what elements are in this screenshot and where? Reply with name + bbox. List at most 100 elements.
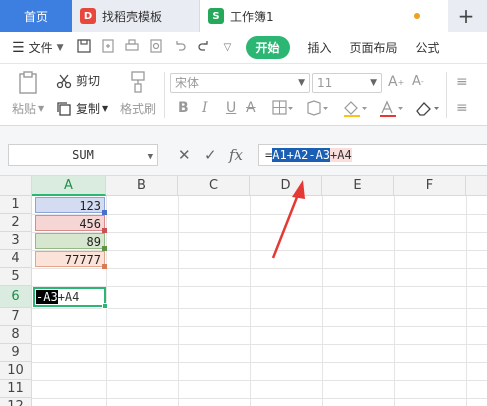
row-header-1[interactable]: 1 xyxy=(0,196,32,214)
row-header-6[interactable]: 6 xyxy=(0,286,32,308)
cell-a6-editor[interactable]: -A3+A4 xyxy=(33,287,108,309)
cell-a3[interactable]: 89 xyxy=(35,233,107,251)
cell-a1[interactable]: 123 xyxy=(35,197,107,215)
tab-page-layout[interactable]: 页面布局 xyxy=(350,39,398,56)
chevron-down-icon: ▼ xyxy=(147,152,153,162)
grid-line xyxy=(32,398,487,399)
formula-bar: SUM ▼ ✕ ✓ fx =A1+A2-A3+A4 xyxy=(0,126,487,176)
row-header-10[interactable]: 10 xyxy=(0,362,32,380)
cancel-formula-icon[interactable]: ✕ xyxy=(178,146,191,164)
font-size-value: 11 xyxy=(317,76,333,90)
column-header-a[interactable]: A xyxy=(32,176,106,196)
grid-line xyxy=(322,196,323,406)
paste-button[interactable] xyxy=(16,70,42,96)
cell-a3-value: 89 xyxy=(86,235,101,249)
grid-line xyxy=(250,196,251,406)
grid-line xyxy=(32,308,487,309)
align-left-icon[interactable]: ≡ xyxy=(456,100,468,116)
spreadsheet-grid[interactable]: A B C D E F 1 2 3 4 5 6 7 8 9 10 11 12 1… xyxy=(0,176,487,406)
formula-selected-text: A1+A2-A3 xyxy=(272,148,331,162)
row-header-11[interactable]: 11 xyxy=(0,380,32,398)
grid-line xyxy=(32,344,487,345)
tab-start[interactable]: 开始 xyxy=(245,36,290,59)
cell-a4-value: 77777 xyxy=(64,253,101,267)
range-handle[interactable] xyxy=(102,264,107,269)
strikethrough-button[interactable]: A xyxy=(246,100,256,116)
grid-line xyxy=(466,196,467,406)
brush-icon xyxy=(131,71,145,93)
tab-insert[interactable]: 插入 xyxy=(308,39,332,56)
customize-toolbar-icon[interactable]: ▽ xyxy=(216,42,240,53)
paste-label: 粘贴 xyxy=(12,102,37,116)
increase-font-button[interactable]: A + xyxy=(388,74,404,90)
file-menu[interactable]: ☰ 文件 ▼ xyxy=(12,39,64,56)
redo-icon[interactable] xyxy=(192,39,216,57)
ribbon-separator xyxy=(164,72,165,118)
export-icon[interactable] xyxy=(96,38,120,57)
column-header-b[interactable]: B xyxy=(106,176,178,196)
clear-format-button[interactable] xyxy=(414,100,440,122)
font-color-button[interactable] xyxy=(378,100,404,122)
tab-home[interactable]: 首页 xyxy=(0,0,72,32)
merge-cells-icon xyxy=(307,100,328,116)
merge-button[interactable] xyxy=(306,100,330,120)
bold-button[interactable]: B xyxy=(178,100,189,116)
copy-button[interactable]: 复制 ▼ xyxy=(56,100,108,117)
cell-a2[interactable]: 456 xyxy=(35,215,107,233)
tab-templates[interactable]: D 找稻壳模板 xyxy=(72,0,200,32)
tab-formula[interactable]: 公式 xyxy=(416,39,440,56)
formula-rest-text: +A4 xyxy=(330,148,352,162)
cut-label: 剪切 xyxy=(76,74,101,88)
chevron-down-icon: ▼ xyxy=(102,104,109,113)
cut-button[interactable]: 剪切 xyxy=(56,72,100,89)
column-header-e[interactable]: E xyxy=(322,176,394,196)
italic-button[interactable]: I xyxy=(202,100,208,116)
font-color-icon xyxy=(380,100,403,117)
row-header-3[interactable]: 3 xyxy=(0,232,32,250)
cell-a4[interactable]: 77777 xyxy=(35,251,107,269)
name-box[interactable]: SUM ▼ xyxy=(8,144,158,166)
row-header-12[interactable]: 12 xyxy=(0,398,32,406)
font-name-select[interactable]: 宋体 ▼ xyxy=(170,73,310,93)
row-header-9[interactable]: 9 xyxy=(0,344,32,362)
format-painter-button[interactable] xyxy=(128,70,148,94)
name-box-value: SUM xyxy=(72,148,94,162)
grid-line xyxy=(32,380,487,381)
row-header-2[interactable]: 2 xyxy=(0,214,32,232)
print-preview-icon[interactable] xyxy=(144,38,168,57)
print-icon[interactable] xyxy=(120,38,144,57)
column-header-f[interactable]: F xyxy=(394,176,466,196)
confirm-formula-icon[interactable]: ✓ xyxy=(204,146,217,164)
row-header-8[interactable]: 8 xyxy=(0,326,32,344)
fill-handle[interactable] xyxy=(102,303,108,309)
select-all-corner[interactable] xyxy=(0,176,32,196)
row-header-4[interactable]: 4 xyxy=(0,250,32,268)
copy-icon xyxy=(57,101,71,116)
paste-dropdown[interactable]: 粘贴 ▼ xyxy=(12,100,44,117)
unsaved-dot-icon xyxy=(414,13,420,19)
insert-function-icon[interactable]: fx xyxy=(229,146,243,164)
tab-workbook[interactable]: S 工作簿1 xyxy=(200,0,448,32)
border-button[interactable] xyxy=(272,100,294,120)
ribbon: 粘贴 ▼ 剪切 复制 ▼ 格式刷 宋体 ▼ 11 ▼ A + A- B I U A xyxy=(0,64,487,126)
new-tab-button[interactable]: + xyxy=(448,0,484,32)
row-header-5[interactable]: 5 xyxy=(0,268,32,286)
align-top-icon[interactable]: ≡ xyxy=(456,74,468,90)
format-painter-label: 格式刷 xyxy=(120,102,157,116)
cell-a6-selected-text: -A3 xyxy=(36,290,58,304)
column-header-c[interactable]: C xyxy=(178,176,250,196)
decrease-font-button[interactable]: A- xyxy=(412,74,424,89)
underline-button[interactable]: U xyxy=(226,100,236,116)
paste-icon xyxy=(19,71,37,94)
undo-icon[interactable] xyxy=(168,39,192,57)
column-header-g[interactable] xyxy=(466,176,487,196)
save-icon[interactable] xyxy=(72,38,96,57)
font-size-select[interactable]: 11 ▼ xyxy=(312,73,382,93)
fill-color-button[interactable] xyxy=(342,100,368,122)
spreadsheet-logo-icon: S xyxy=(208,8,224,24)
row-header-7[interactable]: 7 xyxy=(0,308,32,326)
chevron-down-icon: ▼ xyxy=(38,104,45,113)
chevron-down-icon: ▼ xyxy=(298,78,305,88)
formula-input[interactable]: =A1+A2-A3+A4 xyxy=(258,144,487,166)
cell-a2-value: 456 xyxy=(79,217,101,231)
